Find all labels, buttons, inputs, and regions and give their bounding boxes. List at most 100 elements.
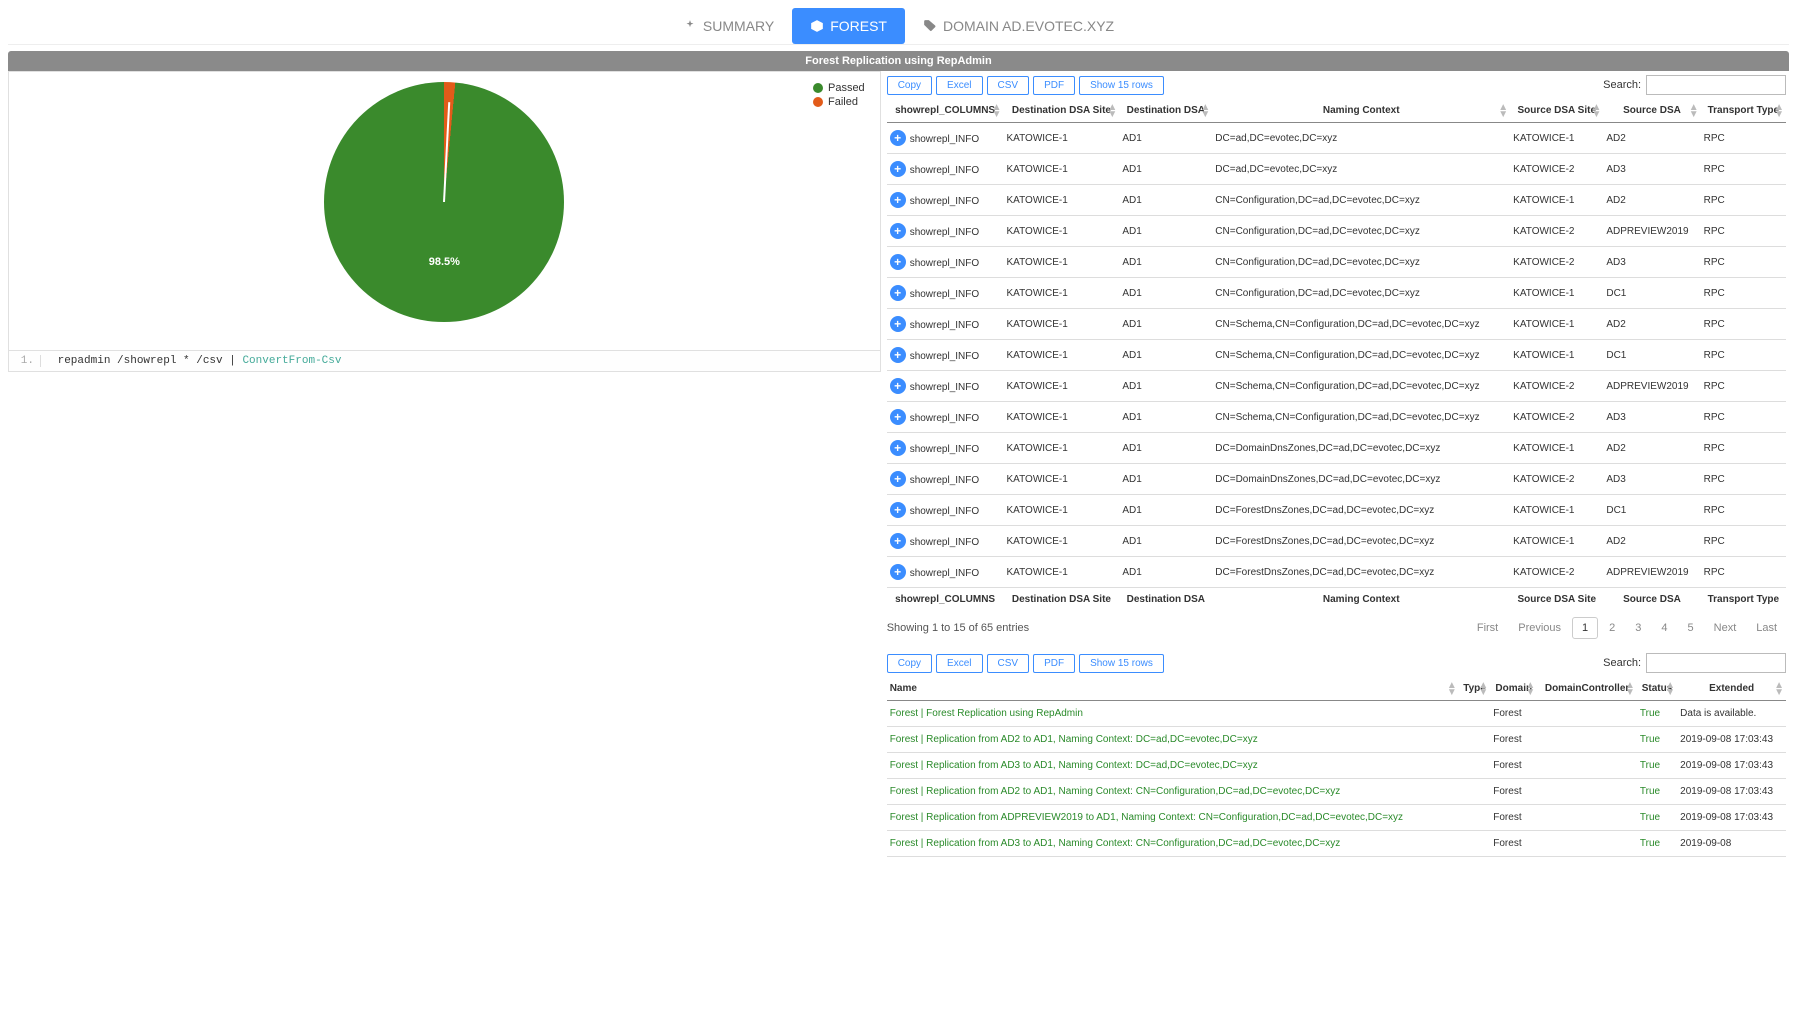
table-cell: Forest | Replication from ADPREVIEW2019 … <box>887 805 1459 831</box>
test-link[interactable]: Forest | Replication from AD3 to AD1, Na… <box>890 760 1258 771</box>
search-input-table2[interactable] <box>1646 653 1786 673</box>
table-cell: KATOWICE-2 <box>1510 247 1603 278</box>
table1-header[interactable]: Destination DSA▲▼ <box>1119 99 1212 123</box>
pie-percent-label: 98.5% <box>429 256 460 268</box>
table2-header[interactable]: DomainController▲▼ <box>1537 677 1637 701</box>
table1-footer-header: showrepl_COLUMNS <box>887 588 1004 612</box>
table-row: Forest | Forest Replication using RepAdm… <box>887 701 1786 727</box>
table-cell: KATOWICE-1 <box>1004 557 1120 588</box>
table-cell: KATOWICE-2 <box>1510 216 1603 247</box>
expand-row-button[interactable]: + <box>890 316 906 332</box>
csv-button[interactable]: CSV <box>987 76 1030 95</box>
test-link[interactable]: Forest | Replication from AD3 to AD1, Na… <box>890 838 1341 849</box>
test-link[interactable]: Forest | Forest Replication using RepAdm… <box>890 708 1083 719</box>
test-link[interactable]: Forest | Replication from AD2 to AD1, Na… <box>890 734 1258 745</box>
test-link[interactable]: Forest | Replication from ADPREVIEW2019 … <box>890 812 1403 823</box>
cube-icon <box>810 19 824 33</box>
expand-row-button[interactable]: + <box>890 161 906 177</box>
search-label: Search: <box>1603 657 1641 669</box>
table-cell: AD1 <box>1119 433 1212 464</box>
table2-header[interactable]: Type▲▼ <box>1459 677 1491 701</box>
copy-button[interactable]: Copy <box>887 76 932 95</box>
table-cell: CN=Configuration,DC=ad,DC=evotec,DC=xyz <box>1212 278 1510 309</box>
table-cell: Forest <box>1490 805 1537 831</box>
table-cell: AD1 <box>1119 557 1212 588</box>
table2-header[interactable]: Domain▲▼ <box>1490 677 1537 701</box>
table-row: +showrepl_INFOKATOWICE-1AD1CN=Configurat… <box>887 216 1786 247</box>
expand-row-button[interactable]: + <box>890 409 906 425</box>
expand-row-button[interactable]: + <box>890 564 906 580</box>
expand-row-button[interactable]: + <box>890 254 906 270</box>
expand-row-button[interactable]: + <box>890 502 906 518</box>
table-cell: KATOWICE-1 <box>1004 526 1120 557</box>
expand-row-button[interactable]: + <box>890 192 906 208</box>
table-row: +showrepl_INFOKATOWICE-1AD1CN=Configurat… <box>887 247 1786 278</box>
table1-header[interactable]: showrepl_COLUMNS▲▼ <box>887 99 1004 123</box>
expand-row-button[interactable]: + <box>890 378 906 394</box>
table-cell: +showrepl_INFO <box>887 495 1004 526</box>
table-cell: AD3 <box>1603 464 1700 495</box>
tab-domain[interactable]: DOMAIN AD.EVOTEC.XYZ <box>905 8 1132 44</box>
expand-row-button[interactable]: + <box>890 223 906 239</box>
pager-page-3[interactable]: 3 <box>1626 618 1650 638</box>
expand-row-button[interactable]: + <box>890 285 906 301</box>
csv-button[interactable]: CSV <box>987 654 1030 673</box>
table-cell: KATOWICE-1 <box>1510 495 1603 526</box>
table-cell: ADPREVIEW2019 <box>1603 216 1700 247</box>
table-cell: +showrepl_INFO <box>887 123 1004 154</box>
table1-header[interactable]: Source DSA Site▲▼ <box>1510 99 1603 123</box>
pdf-button[interactable]: PDF <box>1033 654 1075 673</box>
pager-last[interactable]: Last <box>1747 618 1786 638</box>
search-input-table1[interactable] <box>1646 75 1786 95</box>
expand-row-button[interactable]: + <box>890 440 906 456</box>
table-cell: +showrepl_INFO <box>887 309 1004 340</box>
table2-header[interactable]: Extended▲▼ <box>1677 677 1786 701</box>
table-cell: +showrepl_INFO <box>887 526 1004 557</box>
pdf-button[interactable]: PDF <box>1033 76 1075 95</box>
expand-row-button[interactable]: + <box>890 533 906 549</box>
show-rows-button[interactable]: Show 15 rows <box>1079 76 1164 95</box>
expand-row-button[interactable]: + <box>890 471 906 487</box>
table-cell: RPC <box>1701 464 1786 495</box>
table-cell: AD1 <box>1119 185 1212 216</box>
tab-summary[interactable]: SUMMARY <box>665 8 792 44</box>
table2-header[interactable]: Name▲▼ <box>887 677 1459 701</box>
pager-next[interactable]: Next <box>1705 618 1746 638</box>
sparkle-icon <box>683 19 697 33</box>
excel-button[interactable]: Excel <box>936 76 982 95</box>
table1-footer-header: Source DSA Site <box>1510 588 1603 612</box>
test-link[interactable]: Forest | Replication from AD2 to AD1, Na… <box>890 786 1341 797</box>
table1-header[interactable]: Source DSA▲▼ <box>1603 99 1700 123</box>
pager-page-1[interactable]: 1 <box>1572 617 1598 639</box>
table1-header[interactable]: Transport Type▲▼ <box>1701 99 1786 123</box>
table-cell: True <box>1637 753 1677 779</box>
pager-previous[interactable]: Previous <box>1509 618 1570 638</box>
pager-page-4[interactable]: 4 <box>1652 618 1676 638</box>
table-cell: Forest | Forest Replication using RepAdm… <box>887 701 1459 727</box>
expand-row-button[interactable]: + <box>890 130 906 146</box>
pager-page-2[interactable]: 2 <box>1600 618 1624 638</box>
show-rows-button[interactable]: Show 15 rows <box>1079 654 1164 673</box>
table-cell: RPC <box>1701 309 1786 340</box>
table-cell: +showrepl_INFO <box>887 340 1004 371</box>
table-cell: DC=ad,DC=evotec,DC=xyz <box>1212 123 1510 154</box>
table-cell: True <box>1637 805 1677 831</box>
tab-forest[interactable]: FOREST <box>792 8 905 44</box>
expand-row-button[interactable]: + <box>890 347 906 363</box>
table2-header[interactable]: Status▲▼ <box>1637 677 1677 701</box>
table-cell: +showrepl_INFO <box>887 402 1004 433</box>
copy-button[interactable]: Copy <box>887 654 932 673</box>
table1-header[interactable]: Naming Context▲▼ <box>1212 99 1510 123</box>
table-cell: KATOWICE-1 <box>1004 309 1120 340</box>
pager-page-5[interactable]: 5 <box>1679 618 1703 638</box>
pager-first[interactable]: First <box>1468 618 1507 638</box>
excel-button[interactable]: Excel <box>936 654 982 673</box>
table-cell: CN=Schema,CN=Configuration,DC=ad,DC=evot… <box>1212 309 1510 340</box>
table-cell: RPC <box>1701 123 1786 154</box>
table-cell: KATOWICE-1 <box>1004 247 1120 278</box>
table-cell: KATOWICE-1 <box>1510 185 1603 216</box>
table1-header[interactable]: Destination DSA Site▲▼ <box>1004 99 1120 123</box>
table-cell <box>1537 831 1637 857</box>
table1-footer-header: Source DSA <box>1603 588 1700 612</box>
table-row: Forest | Replication from AD3 to AD1, Na… <box>887 753 1786 779</box>
